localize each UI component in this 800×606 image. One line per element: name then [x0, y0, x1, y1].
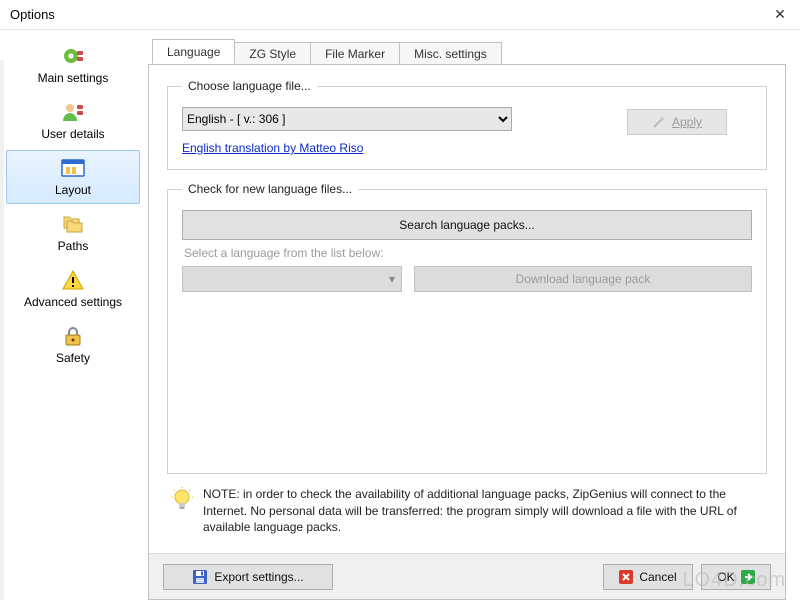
download-label: Download language pack [516, 272, 651, 286]
select-language-below-label: Select a language from the list below: [184, 246, 752, 260]
sidebar-item-layout[interactable]: Layout [6, 150, 140, 204]
group-legend: Check for new language files... [182, 182, 358, 196]
tab-zg-style[interactable]: ZG Style [234, 42, 311, 65]
search-label: Search language packs... [399, 218, 534, 232]
export-settings-button[interactable]: Export settings... [163, 564, 333, 590]
sidebar-item-safety[interactable]: Safety [6, 318, 140, 372]
ok-label: OK [717, 570, 734, 584]
window-title: Options [10, 7, 55, 22]
tab-label: Misc. settings [414, 47, 487, 61]
tab-panel: Choose language file... English - [ v.: … [148, 64, 786, 600]
apply-label: Apply [672, 115, 702, 129]
tab-row: Language ZG Style File Marker Misc. sett… [148, 38, 786, 64]
download-language-select[interactable]: ▾ [182, 266, 402, 292]
sidebar-item-label: Paths [58, 239, 89, 253]
note-text: NOTE: in order to check the availability… [203, 486, 763, 535]
sidebar-item-user-details[interactable]: User details [6, 94, 140, 148]
search-language-packs-button[interactable]: Search language packs... [182, 210, 752, 240]
gear-icon [59, 43, 87, 69]
group-legend: Choose language file... [182, 79, 317, 93]
bottom-bar: Export settings... Cancel OK [149, 553, 785, 599]
sidebar-item-main-settings[interactable]: Main settings [6, 38, 140, 92]
sidebar: Main settings User details [0, 30, 140, 606]
tab-label: Language [167, 45, 220, 59]
translation-credit-link[interactable]: English translation by Matteo Riso [182, 141, 363, 155]
window-edge [0, 60, 4, 600]
wand-icon [652, 115, 666, 129]
cancel-button[interactable]: Cancel [603, 564, 693, 590]
check-language-group: Check for new language files... Search l… [167, 182, 767, 474]
tab-language[interactable]: Language [152, 39, 235, 64]
tab-misc-settings[interactable]: Misc. settings [399, 42, 502, 65]
lock-icon [59, 323, 87, 349]
sidebar-item-label: User details [41, 127, 104, 141]
ok-button[interactable]: OK [701, 564, 771, 590]
sidebar-item-advanced-settings[interactable]: Advanced settings [6, 262, 140, 316]
sidebar-item-label: Main settings [38, 71, 109, 85]
user-icon [59, 99, 87, 125]
note-row: NOTE: in order to check the availability… [167, 486, 767, 535]
window-body: Main settings User details [0, 30, 800, 606]
content-area: Language ZG Style File Marker Misc. sett… [140, 30, 800, 606]
cancel-icon [619, 570, 633, 584]
close-icon: ✕ [774, 6, 786, 23]
tab-label: ZG Style [249, 47, 296, 61]
lightbulb-icon [171, 486, 193, 514]
language-select[interactable]: English - [ v.: 306 ] [182, 107, 512, 131]
choose-language-group: Choose language file... English - [ v.: … [167, 79, 767, 170]
titlebar: Options ✕ [0, 0, 800, 30]
tab-file-marker[interactable]: File Marker [310, 42, 400, 65]
arrow-right-icon [741, 570, 755, 584]
layout-icon [59, 155, 87, 181]
sidebar-item-paths[interactable]: Paths [6, 206, 140, 260]
cancel-label: Cancel [639, 570, 676, 584]
folders-icon [59, 211, 87, 237]
download-language-pack-button[interactable]: Download language pack [414, 266, 752, 292]
export-label: Export settings... [214, 570, 303, 584]
warning-icon [59, 267, 87, 293]
tab-label: File Marker [325, 47, 385, 61]
save-icon [192, 569, 208, 585]
sidebar-item-label: Safety [56, 351, 90, 365]
close-button[interactable]: ✕ [760, 1, 800, 29]
sidebar-item-label: Layout [55, 183, 91, 197]
sidebar-item-label: Advanced settings [24, 295, 122, 309]
chevron-down-icon: ▾ [389, 272, 395, 286]
options-window: Options ✕ Main settings [0, 0, 800, 606]
apply-button[interactable]: Apply [627, 109, 727, 135]
